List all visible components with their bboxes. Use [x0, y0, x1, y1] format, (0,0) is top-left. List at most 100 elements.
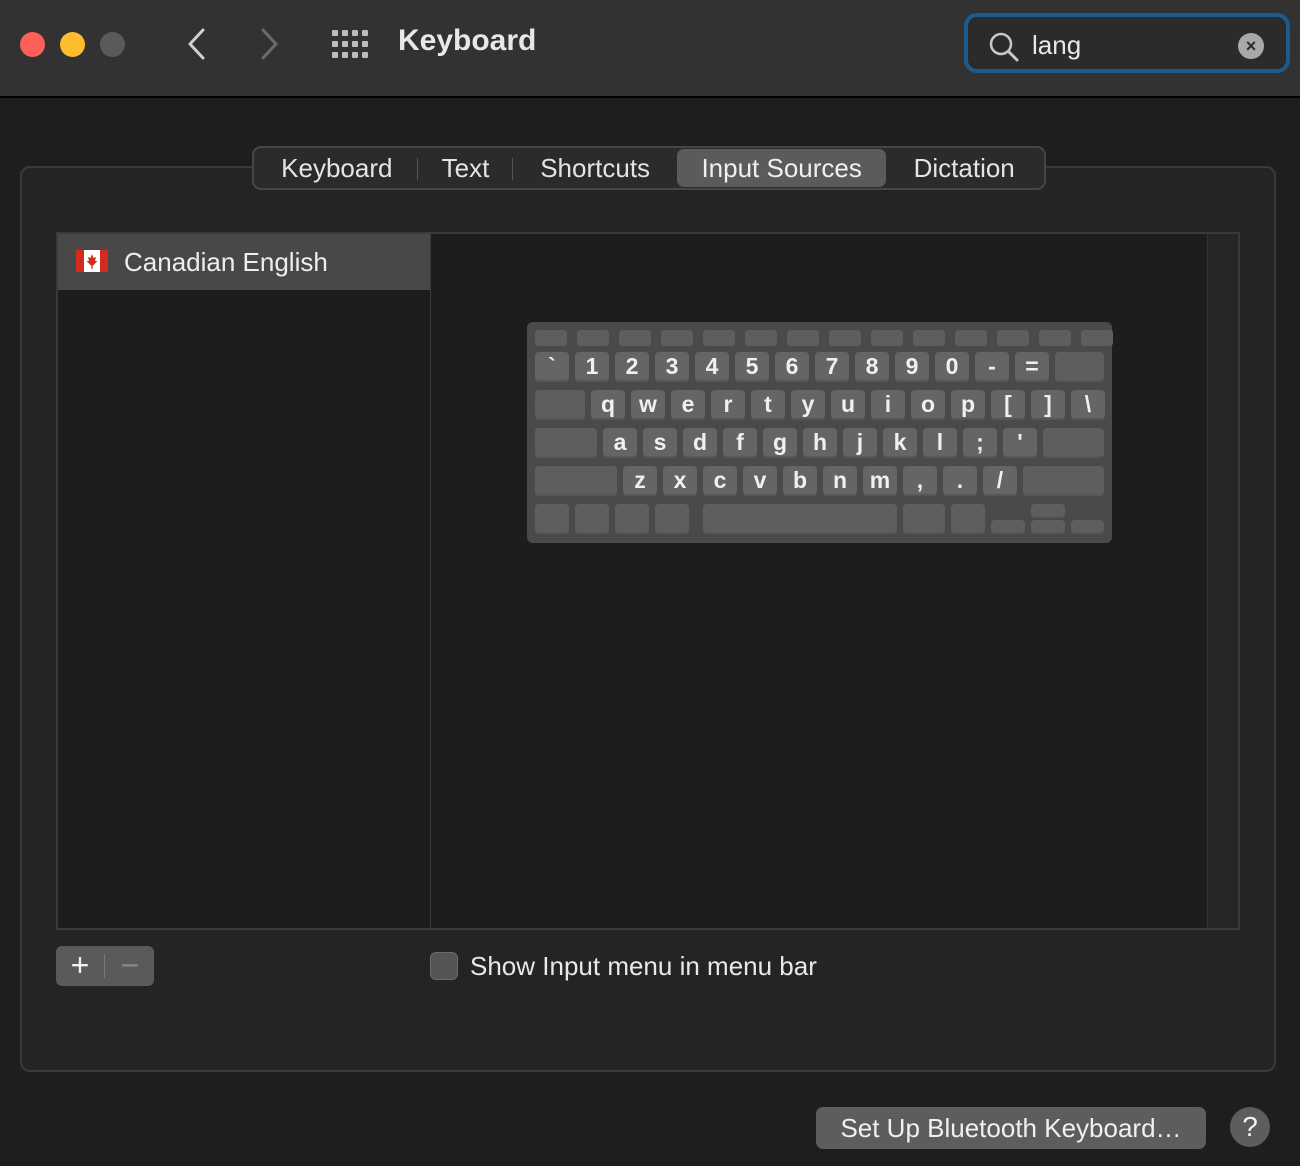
left-shift-key — [535, 466, 617, 496]
list-item[interactable]: Canadian English — [58, 234, 430, 290]
tab-shortcuts[interactable]: Shortcuts — [513, 149, 677, 187]
show-all-button[interactable] — [330, 26, 370, 62]
keyboard-key: q — [591, 390, 625, 420]
keyboard-key: 7 — [815, 352, 849, 382]
modifier-key — [903, 504, 945, 534]
keyboard-key: o — [911, 390, 945, 420]
function-key — [661, 330, 693, 346]
show-input-menu-checkbox[interactable] — [430, 952, 458, 980]
input-source-list[interactable]: Canadian English — [56, 232, 432, 930]
keyboard-key: a — [603, 428, 637, 458]
canada-flag-icon — [76, 250, 108, 272]
keyboard-key: [ — [991, 390, 1025, 420]
keyboard-key: , — [903, 466, 937, 496]
right-shift-key — [1023, 466, 1104, 496]
window-title: Keyboard — [398, 24, 537, 57]
keyboard-key: 0 — [935, 352, 969, 382]
keyboard-key: 4 — [695, 352, 729, 382]
grid-icon-dot — [332, 52, 338, 58]
keyboard-key: h — [803, 428, 837, 458]
function-key — [1081, 330, 1113, 346]
close-window-button[interactable] — [20, 32, 45, 57]
function-key — [871, 330, 903, 346]
keyboard-key: f — [723, 428, 757, 458]
keyboard-key: m — [863, 466, 897, 496]
keyboard-key: u — [831, 390, 865, 420]
back-button[interactable] — [176, 24, 216, 64]
modifier-key — [615, 504, 649, 534]
grid-icon-dot — [342, 41, 348, 47]
function-key — [955, 330, 987, 346]
keyboard-key: 3 — [655, 352, 689, 382]
title-bar: Keyboard × — [0, 0, 1300, 98]
grid-icon-dot — [332, 30, 338, 36]
grid-icon-dot — [362, 41, 368, 47]
arrow-down-key — [1031, 520, 1065, 534]
scrollbar[interactable] — [1207, 234, 1238, 928]
show-input-menu-label[interactable]: Show Input menu in menu bar — [470, 951, 817, 982]
arrow-left-key — [991, 520, 1025, 534]
setup-bluetooth-keyboard-button[interactable]: Set Up Bluetooth Keyboard… — [816, 1107, 1206, 1149]
help-button[interactable]: ? — [1230, 1107, 1270, 1147]
keyboard-key: b — [783, 466, 817, 496]
grid-icon-dot — [332, 41, 338, 47]
grid-icon-dot — [362, 52, 368, 58]
arrow-up-key — [1031, 504, 1065, 518]
delete-key — [1055, 352, 1104, 382]
keyboard-key: ' — [1003, 428, 1037, 458]
keyboard-key: g — [763, 428, 797, 458]
keyboard-key: n — [823, 466, 857, 496]
modifier-key — [655, 504, 689, 534]
tab-keyboard[interactable]: Keyboard — [256, 149, 418, 187]
keyboard-key: l — [923, 428, 957, 458]
clear-search-icon[interactable]: × — [1238, 33, 1264, 59]
function-key — [745, 330, 777, 346]
modifier-key — [575, 504, 609, 534]
keyboard-key: 8 — [855, 352, 889, 382]
keyboard-key: r — [711, 390, 745, 420]
keyboard-key: z — [623, 466, 657, 496]
function-key — [1039, 330, 1071, 346]
return-key — [1043, 428, 1104, 458]
search-input[interactable] — [1032, 29, 1232, 61]
add-input-source-button[interactable]: + — [56, 946, 104, 986]
caps-lock-key — [535, 428, 597, 458]
keyboard-key: 2 — [615, 352, 649, 382]
add-remove-control: + − — [56, 946, 154, 986]
keyboard-key: ` — [535, 352, 569, 382]
remove-input-source-button[interactable]: − — [106, 946, 154, 986]
search-field[interactable]: × — [964, 13, 1290, 73]
keyboard-key: x — [663, 466, 697, 496]
modifier-key — [535, 504, 569, 534]
function-key — [703, 330, 735, 346]
keyboard-key: \ — [1071, 390, 1105, 420]
tab-bar: Keyboard Text Shortcuts Input Sources Di… — [252, 146, 1046, 190]
keyboard-key: e — [671, 390, 705, 420]
minimize-window-button[interactable] — [60, 32, 85, 57]
search-icon — [989, 32, 1019, 62]
grid-icon-dot — [362, 30, 368, 36]
function-key — [577, 330, 609, 346]
tab-dictation[interactable]: Dictation — [886, 149, 1042, 187]
tab-input-sources[interactable]: Input Sources — [676, 149, 887, 187]
keyboard-key: v — [743, 466, 777, 496]
zoom-window-button — [100, 32, 125, 57]
modifier-key — [951, 504, 985, 534]
space-bar-key — [703, 504, 897, 534]
keyboard-key: 5 — [735, 352, 769, 382]
function-key — [787, 330, 819, 346]
keyboard-key: 1 — [575, 352, 609, 382]
forward-button[interactable] — [250, 24, 290, 64]
keyboard-key: i — [871, 390, 905, 420]
chevron-left-icon — [188, 28, 205, 60]
tab-text[interactable]: Text — [418, 149, 514, 187]
grid-icon-dot — [352, 52, 358, 58]
keyboard-key: t — [751, 390, 785, 420]
keyboard-key: 6 — [775, 352, 809, 382]
keyboard-key: k — [883, 428, 917, 458]
function-key — [997, 330, 1029, 346]
keyboard-key: y — [791, 390, 825, 420]
tab-key — [535, 390, 585, 420]
function-key — [619, 330, 651, 346]
arrow-right-key — [1071, 520, 1104, 534]
